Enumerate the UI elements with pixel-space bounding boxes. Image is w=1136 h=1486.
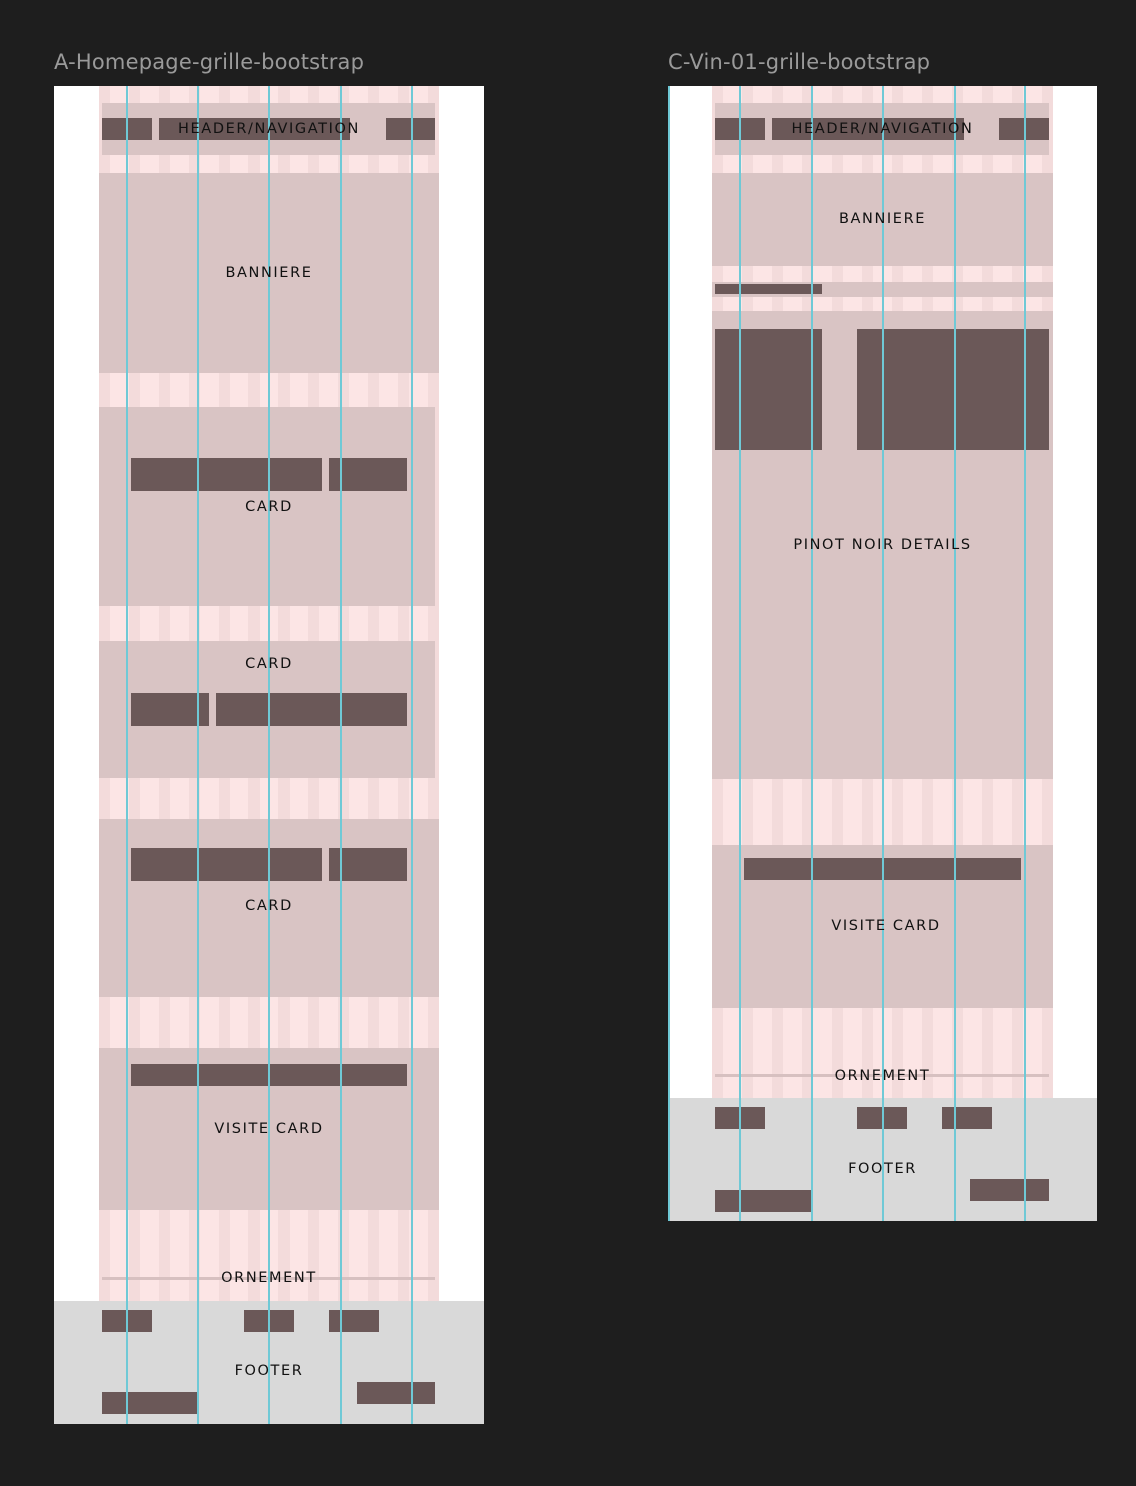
grid-guide-line	[954, 86, 956, 1221]
frame-c-title: C-Vin-01-grille-bootstrap	[668, 50, 931, 74]
card-2-label: CARD	[245, 656, 293, 672]
footer-bar-5	[357, 1382, 435, 1404]
grid-guide-line	[411, 86, 413, 1424]
card-3-label: CARD	[245, 898, 293, 914]
footer-bar-3	[329, 1310, 379, 1332]
header-label: HEADER/NAVIGATION	[178, 121, 360, 137]
grid-guide-line	[126, 86, 128, 1424]
breadcrumb-bar	[715, 284, 822, 294]
card-2-wide-bar	[216, 693, 407, 726]
frame-a-title: A-Homepage-grille-bootstrap	[54, 50, 365, 74]
details-image-bar	[715, 329, 822, 450]
frame-edge-guide-line	[668, 86, 670, 1221]
grid-guide-line	[268, 86, 270, 1424]
grid-guide-line	[1024, 86, 1026, 1221]
grid-guide-line	[340, 86, 342, 1424]
footer-bar-3	[942, 1107, 992, 1129]
card-3-wide-bar	[131, 848, 322, 881]
visit-card-label: VISITE CARD	[214, 1121, 324, 1137]
frame-a-homepage[interactable]: HEADER/NAVIGATION BANNIERE CARD CARD CAR…	[54, 86, 484, 1424]
frame-c-vin[interactable]: HEADER/NAVIGATION BANNIERE PINOT NOIR DE…	[668, 86, 1097, 1221]
grid-guide-line	[197, 86, 199, 1424]
banner-label: BANNIERE	[225, 265, 313, 281]
grid-guide-line	[811, 86, 813, 1221]
footer-bar-4	[102, 1392, 198, 1414]
card-1-wide-bar	[131, 458, 322, 491]
footer-label: FOOTER	[848, 1161, 917, 1177]
footer-bar-5	[970, 1179, 1049, 1201]
ornament-label: ORNEMENT	[221, 1270, 317, 1286]
details-label: PINOT NOIR DETAILS	[793, 537, 972, 553]
grid-guide-line	[882, 86, 884, 1221]
footer-bar-4	[715, 1190, 811, 1212]
banner-label: BANNIERE	[838, 211, 927, 227]
visit-card-label: VISITE CARD	[831, 918, 941, 934]
ornament-label: ORNEMENT	[834, 1068, 931, 1084]
footer-label: FOOTER	[234, 1363, 304, 1379]
card-1-label: CARD	[245, 499, 293, 515]
header-label: HEADER/NAVIGATION	[791, 121, 974, 137]
details-info-bar	[857, 329, 1049, 450]
grid-guide-line	[739, 86, 741, 1221]
